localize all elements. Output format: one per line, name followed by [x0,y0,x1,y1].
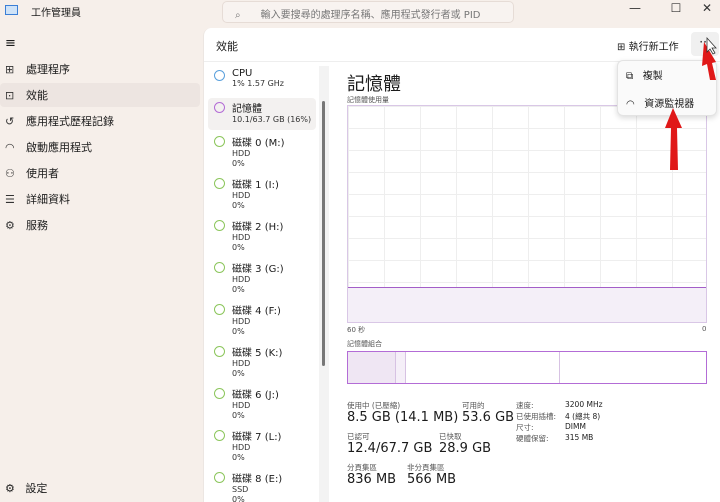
annotation-arrows [665,36,717,170]
red-arrow-bottom [665,108,682,170]
